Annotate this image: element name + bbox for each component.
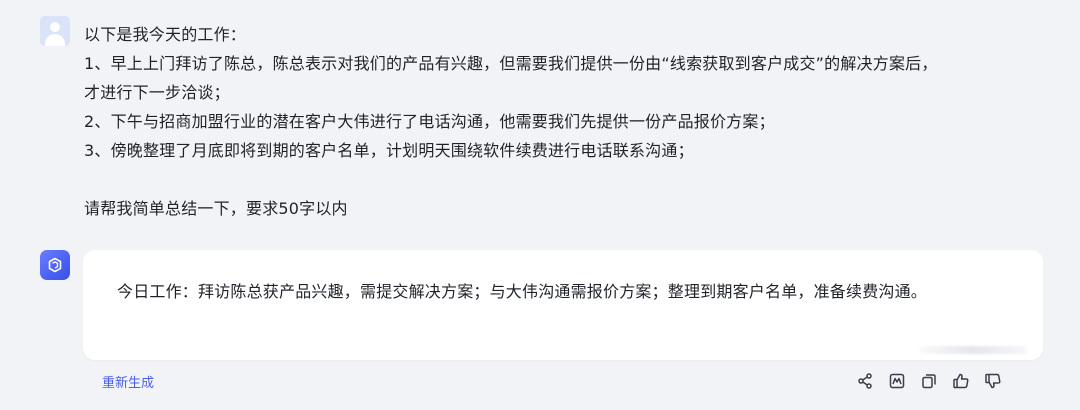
dislike-button[interactable]: [980, 368, 1006, 394]
assistant-avatar: [40, 250, 70, 280]
copy-icon: [922, 374, 936, 389]
user-message: 以下是我今天的工作： 1、早上上门拜访了陈总，陈总表示对我们的产品有兴趣，但需要…: [84, 20, 1044, 223]
thumbs-up-icon: [953, 373, 969, 389]
answer-actions: [852, 368, 1006, 394]
avatar-body-shape: [45, 34, 65, 46]
assistant-answer-card: 今日工作：拜访陈总获产品兴趣，需提交解决方案；与大伟沟通需报价方案；整理到期客户…: [83, 250, 1043, 360]
assistant-answer-text: 今日工作：拜访陈总获产品兴趣，需提交解决方案；与大伟沟通需报价方案；整理到期客户…: [117, 282, 928, 301]
share-icon: [858, 373, 872, 389]
copy-button[interactable]: [916, 368, 942, 394]
watermark: [919, 346, 1027, 354]
thumbs-down-icon: [985, 373, 1001, 389]
message-line: 3、傍晚整理了月底即将到期的客户名单，计划明天围绕软件续费进行电话联系沟通；: [84, 141, 694, 160]
assistant-logo-icon: [48, 257, 62, 273]
share-button[interactable]: [852, 368, 878, 394]
message-line: 1、早上上门拜访了陈总，陈总表示对我们的产品有兴趣，但需要我们提供一份由“线索获…: [84, 54, 938, 73]
avatar-head-shape: [50, 22, 60, 32]
message-line: 才进行下一步洽谈；: [84, 83, 230, 102]
chart-button[interactable]: [884, 368, 910, 394]
like-button[interactable]: [948, 368, 974, 394]
chart-icon: [889, 373, 905, 389]
message-line: 请帮我简单总结一下，要求50字以内: [84, 199, 348, 218]
user-avatar: [40, 16, 70, 46]
message-line: 以下是我今天的工作：: [84, 25, 247, 44]
regenerate-button[interactable]: 重新生成: [102, 372, 154, 391]
message-line: 2、下午与招商加盟行业的潜在客户大伟进行了电话沟通，他需要我们先提供一份产品报价…: [84, 112, 775, 131]
